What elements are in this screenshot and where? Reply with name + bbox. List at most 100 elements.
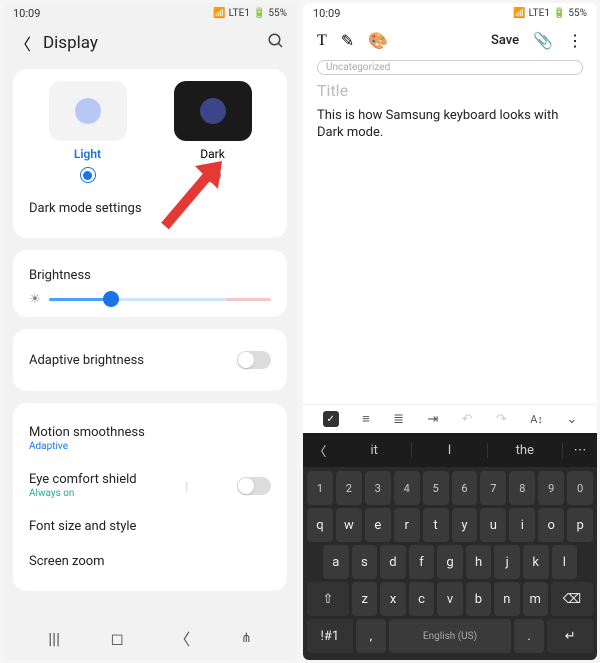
prediction-3[interactable]: the [488, 443, 563, 458]
back-nav-icon[interactable]: 〈 [174, 626, 190, 650]
key-s[interactable]: s [352, 545, 378, 579]
space-key[interactable]: English (US) [389, 619, 511, 653]
key-r[interactable]: r [394, 508, 420, 542]
nav-bar: ||| ◻ 〈 ⋔ [3, 616, 297, 660]
theme-dark-label: Dark [200, 147, 225, 161]
recents-icon[interactable]: ||| [48, 629, 60, 648]
key-p[interactable]: p [567, 508, 593, 542]
home-icon[interactable]: ◻ [110, 629, 123, 648]
adaptive-brightness-row[interactable]: Adaptive brightness [25, 341, 275, 379]
attach-icon[interactable]: 📎 [533, 31, 553, 50]
key-g[interactable]: g [437, 545, 463, 579]
key-o[interactable]: o [538, 508, 564, 542]
theme-card: Light Dark Dark mode settings [13, 69, 287, 238]
theme-light-radio[interactable] [80, 167, 96, 183]
symbols-key[interactable]: !#1 [307, 619, 353, 653]
key-w[interactable]: w [336, 508, 362, 542]
indent-icon[interactable]: ⇥ [427, 412, 438, 427]
key-n[interactable]: n [494, 582, 519, 616]
key-8[interactable]: 8 [509, 471, 535, 505]
screen-zoom-row[interactable]: Screen zoom [25, 544, 275, 579]
brightness-slider[interactable]: ☀ [25, 293, 275, 305]
key-2[interactable]: 2 [336, 471, 362, 505]
prediction-bar: 〈 it I the ⋯ [303, 433, 597, 467]
category-tag[interactable]: Uncategorized [317, 60, 583, 75]
key-x[interactable]: x [380, 582, 405, 616]
pen-tool-icon[interactable]: ✎ [341, 31, 354, 50]
theme-light-preview [49, 81, 127, 141]
key-t[interactable]: t [423, 508, 449, 542]
key-l[interactable]: l [552, 545, 578, 579]
key-j[interactable]: j [494, 545, 520, 579]
key-4[interactable]: 4 [394, 471, 420, 505]
theme-dark-preview [174, 81, 252, 141]
key-i[interactable]: i [509, 508, 535, 542]
key-f[interactable]: f [409, 545, 435, 579]
back-icon[interactable]: 〈 [15, 31, 31, 55]
key-u[interactable]: u [480, 508, 506, 542]
theme-dark-radio[interactable] [205, 167, 221, 183]
numbered-list-icon[interactable]: ≣ [393, 412, 404, 427]
key-b[interactable]: b [466, 582, 491, 616]
redo-icon[interactable]: ↷ [496, 412, 507, 427]
key-a[interactable]: a [323, 545, 349, 579]
enter-key[interactable]: ↵ [547, 619, 593, 653]
eye-comfort-row[interactable]: Eye comfort shieldAlways on | [25, 462, 275, 509]
status-icons: 📶 LTE1 🔋55% [513, 8, 587, 19]
key-m[interactable]: m [523, 582, 548, 616]
key-y[interactable]: y [452, 508, 478, 542]
settings-screen: 10:09 📶 LTE1 🔋55% 〈 Display Light Dark D… [3, 3, 297, 660]
key-q[interactable]: q [307, 508, 333, 542]
display-options-card: Motion smoothnessAdaptive Eye comfort sh… [13, 403, 287, 591]
text-tool-icon[interactable]: T [317, 32, 327, 50]
key-d[interactable]: d [380, 545, 406, 579]
brightness-label: Brightness [25, 262, 275, 283]
note-body[interactable]: This is how Samsung keyboard looks with … [303, 104, 597, 146]
comma-key[interactable]: , [356, 619, 386, 653]
eye-comfort-toggle[interactable] [237, 477, 271, 495]
key-5[interactable]: 5 [423, 471, 449, 505]
title-input[interactable]: Title [303, 77, 597, 104]
font-size-row[interactable]: Font size and style [25, 509, 275, 544]
prediction-1[interactable]: it [337, 443, 412, 458]
key-v[interactable]: v [437, 582, 462, 616]
shift-key[interactable]: ⇧ [307, 582, 349, 616]
more-icon[interactable]: ⋮ [567, 31, 583, 50]
backspace-key[interactable]: ⌫ [551, 582, 593, 616]
status-bar: 10:09 📶 LTE1 🔋55% [3, 3, 297, 23]
motion-smoothness-row[interactable]: Motion smoothnessAdaptive [25, 415, 275, 462]
sun-icon: ☀ [29, 292, 41, 307]
adaptive-toggle[interactable] [237, 351, 271, 369]
title-bar: 〈 Display [3, 23, 297, 63]
save-button[interactable]: Save [491, 33, 519, 48]
text-format-icon[interactable]: A↕ [530, 413, 543, 426]
key-z[interactable]: z [352, 582, 377, 616]
key-h[interactable]: h [466, 545, 492, 579]
adaptive-card: Adaptive brightness [13, 329, 287, 391]
dark-mode-settings-row[interactable]: Dark mode settings [25, 191, 275, 226]
period-key[interactable]: . [514, 619, 544, 653]
accessibility-icon[interactable]: ⋔ [241, 631, 252, 646]
search-icon[interactable] [267, 32, 285, 54]
key-c[interactable]: c [409, 582, 434, 616]
key-e[interactable]: e [365, 508, 391, 542]
theme-light-option[interactable]: Light [49, 81, 127, 183]
key-7[interactable]: 7 [480, 471, 506, 505]
status-icons: 📶 LTE1 🔋55% [213, 8, 287, 19]
key-3[interactable]: 3 [365, 471, 391, 505]
checkbox-icon[interactable]: ✓ [323, 411, 339, 427]
undo-icon[interactable]: ↶ [462, 412, 473, 427]
key-1[interactable]: 1 [307, 471, 333, 505]
theme-dark-option[interactable]: Dark [174, 81, 252, 183]
key-0[interactable]: 0 [567, 471, 593, 505]
prediction-2[interactable]: I [412, 443, 487, 458]
palette-icon[interactable]: 🎨 [368, 31, 388, 50]
bullet-list-icon[interactable]: ≡ [362, 411, 370, 427]
key-k[interactable]: k [523, 545, 549, 579]
expand-icon[interactable]: 〈 [303, 441, 337, 460]
more-predictions-icon[interactable]: ⋯ [563, 443, 597, 458]
key-6[interactable]: 6 [452, 471, 478, 505]
key-9[interactable]: 9 [538, 471, 564, 505]
collapse-icon[interactable]: ⌄ [566, 412, 577, 427]
format-bar: ✓ ≡ ≣ ⇥ ↶ ↷ A↕ ⌄ [303, 404, 597, 433]
